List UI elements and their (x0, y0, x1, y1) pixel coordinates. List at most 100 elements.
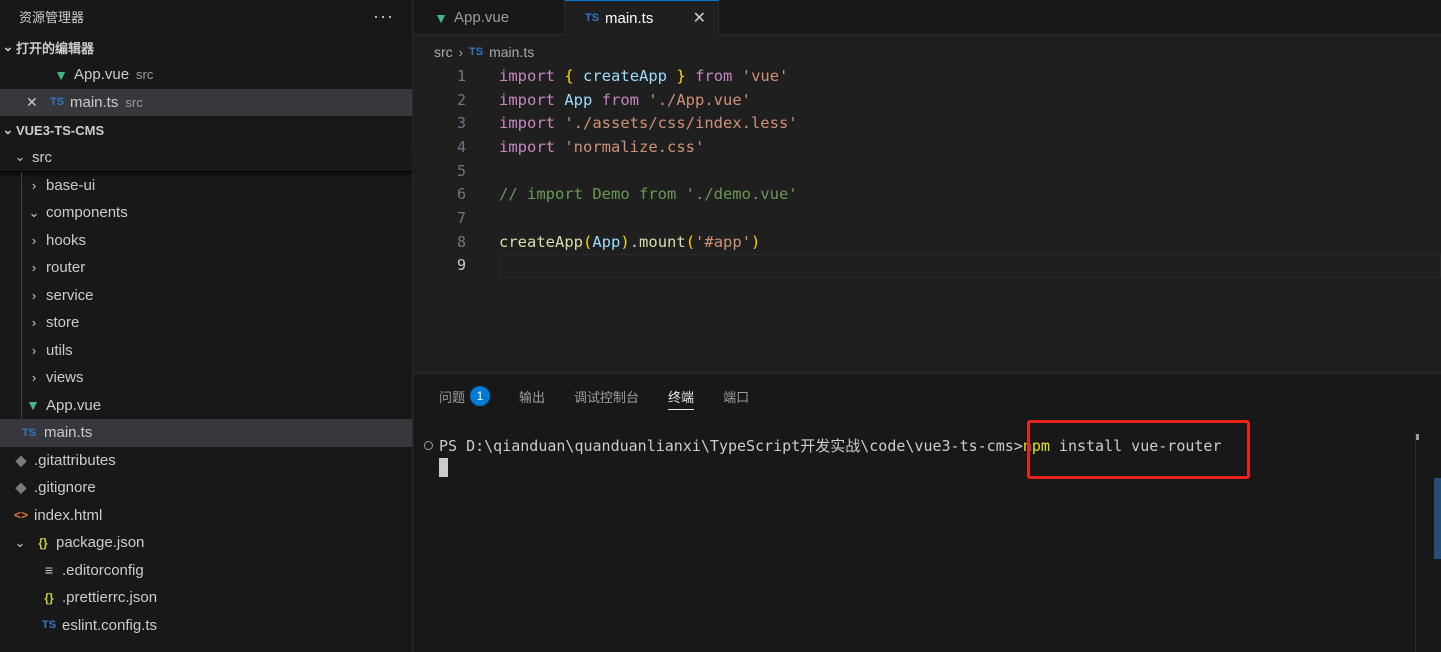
chevron-right-icon: › (31, 342, 37, 358)
tree-label: utils (46, 341, 73, 359)
tree-label: base-ui (46, 176, 96, 194)
chevron-right-icon: › (458, 44, 464, 60)
tree-folder-views[interactable]: › views (0, 364, 412, 392)
tree-file-index-html[interactable]: <> index.html (0, 502, 412, 530)
tree-label: components (46, 204, 128, 222)
tree-file-prettierrc[interactable]: {} .prettierrc.json (0, 584, 412, 612)
ts-icon: TS (469, 46, 484, 58)
breadcrumb: src › TS main.ts (434, 41, 534, 63)
tree-label: package.json (56, 534, 145, 552)
bottom-panel: 问题 1 输出 调试控制台 终端 端口 PS D:\qianduan\quand… (414, 373, 1441, 652)
code-line: 6// import Demo from './demo.vue' (414, 182, 1441, 206)
tree-label: .prettierrc.json (62, 589, 158, 607)
tree-file-eslint-config[interactable]: TS eslint.config.ts (0, 612, 412, 640)
git-icon: ◆ (15, 479, 27, 496)
chevron-right-icon: › (31, 315, 37, 331)
tree-folder-src[interactable]: ⌄ src (0, 144, 412, 172)
tree-file-package-json[interactable]: ⌄ {} package.json (0, 529, 412, 557)
tree-folder-components[interactable]: ⌄ components (0, 199, 412, 227)
tab-app-vue[interactable]: ▼ App.vue (414, 0, 565, 35)
tree-file-gitignore[interactable]: ◆ .gitignore (0, 474, 412, 502)
code-line: 7 (414, 206, 1441, 230)
tree-file-app-vue[interactable]: ▼ App.vue (0, 392, 412, 420)
tree-label: views (46, 369, 84, 387)
json-icon: {} (44, 590, 54, 605)
close-icon[interactable]: ✕ (26, 94, 48, 111)
terminal-scrollbar[interactable] (1415, 434, 1441, 652)
chevron-down-icon: ⌄ (28, 204, 40, 220)
json-icon: {} (38, 535, 48, 550)
terminal-cursor (439, 458, 448, 477)
tab-ports[interactable]: 端口 (723, 384, 749, 408)
code-line: 2 import App from './App.vue' (414, 88, 1441, 112)
tab-label: 端口 (723, 389, 750, 405)
tree-folder-base-ui[interactable]: › base-ui (0, 172, 412, 200)
tree-label: index.html (34, 506, 103, 524)
vue-icon: ▼ (26, 397, 40, 414)
tab-main-ts[interactable]: TS main.ts ✕ (565, 0, 719, 35)
tab-output[interactable]: 输出 (519, 384, 545, 408)
project-header[interactable]: ⌄ VUE3-TS-CMS (0, 116, 412, 144)
open-editors-title: 打开的编辑器 (16, 40, 95, 56)
open-editor-main-ts[interactable]: ✕ TS main.ts src (0, 88, 412, 116)
tab-label: main.ts (605, 9, 654, 27)
line-number: 7 (456, 208, 466, 227)
line-number: 8 (456, 232, 466, 251)
tree-label: App.vue (46, 396, 102, 414)
explorer-sidebar: 资源管理器 ··· ⌄ 打开的编辑器 ▼ App.vue src ✕ TS ma… (0, 0, 413, 652)
scrollbar-thumb[interactable] (1416, 434, 1419, 440)
close-icon[interactable]: ✕ (693, 8, 706, 28)
highlight-box (1027, 420, 1250, 479)
explorer-title: 资源管理器 (19, 10, 85, 25)
tab-label: 调试控制台 (574, 389, 640, 405)
ts-icon: TS (49, 96, 65, 109)
tab-label: 输出 (519, 389, 546, 405)
vue-icon: ▼ (434, 9, 448, 26)
open-editor-label: App.vue (74, 66, 130, 84)
problems-count-badge: 1 (470, 386, 491, 406)
code-editor[interactable]: 1 import { createApp } from 'vue' 2 import… (414, 64, 1441, 372)
line-number: 4 (456, 137, 466, 156)
tree-label: store (46, 314, 80, 332)
open-editor-label: main.ts (70, 93, 119, 111)
ts-icon: TS (41, 619, 57, 632)
open-editor-app-vue[interactable]: ▼ App.vue src (0, 61, 412, 89)
tab-label: 问题 (439, 389, 466, 405)
current-line-highlight (499, 254, 1441, 278)
code-line: 1 import { createApp } from 'vue' (414, 64, 1441, 88)
more-actions-icon[interactable]: ··· (373, 6, 394, 27)
html-icon: <> (13, 508, 28, 523)
chevron-right-icon: › (31, 177, 37, 193)
tree-label: .gitattributes (34, 451, 116, 469)
code-line: 8 createApp(App).mount('#app') (414, 230, 1441, 254)
ts-icon: TS (21, 426, 37, 439)
tree-label: hooks (46, 231, 87, 249)
tree-label: eslint.config.ts (62, 616, 158, 634)
tab-terminal[interactable]: 终端 (668, 384, 695, 410)
breadcrumb-file[interactable]: main.ts (489, 44, 534, 60)
tab-problems[interactable]: 问题 1 (439, 384, 491, 408)
tree-file-gitattributes[interactable]: ◆ .gitattributes (0, 447, 412, 475)
tree-label: src (32, 148, 52, 166)
chevron-right-icon: › (31, 232, 37, 248)
panel-tabs: 问题 1 输出 调试控制台 终端 端口 (414, 374, 1441, 418)
chevron-right-icon: › (31, 260, 37, 276)
tree-folder-store[interactable]: › store (0, 309, 412, 337)
code-line: 5 (414, 159, 1441, 183)
tree-folder-service[interactable]: › service (0, 282, 412, 310)
tab-debug-console[interactable]: 调试控制台 (574, 384, 639, 408)
breadcrumb-folder[interactable]: src (434, 44, 453, 60)
line-number: 9 (456, 256, 466, 275)
tree-folder-router[interactable]: › router (0, 254, 412, 282)
chevron-down-icon: ⌄ (2, 39, 14, 54)
open-editors-header[interactable]: ⌄ 打开的编辑器 (0, 33, 412, 61)
tree-folder-hooks[interactable]: › hooks (0, 227, 412, 255)
scrollbar-marker (1434, 478, 1441, 559)
tree-file-main-ts[interactable]: TS main.ts (0, 419, 412, 447)
tree-folder-utils[interactable]: › utils (0, 337, 412, 365)
terminal-prompt: PS D:\qianduan\quanduanlianxi\TypeScript… (439, 437, 1023, 455)
tree-file-editorconfig[interactable]: ≡ .editorconfig (0, 557, 412, 585)
chevron-right-icon: › (31, 370, 37, 386)
tree-label: main.ts (44, 424, 93, 442)
open-editor-path: src (136, 67, 154, 83)
